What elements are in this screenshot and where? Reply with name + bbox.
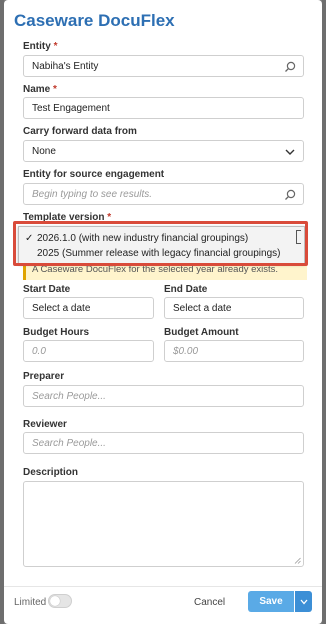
cancel-button[interactable]: Cancel: [194, 597, 225, 608]
name-value: Test Engagement: [32, 102, 110, 114]
resize-grip-icon[interactable]: [294, 557, 301, 564]
preparer-input[interactable]: Search People...: [23, 385, 304, 407]
template-version-dropdown[interactable]: ✓ 2026.1.0 (with new industry financial g…: [18, 226, 305, 264]
end-date-picker[interactable]: Select a date: [164, 297, 304, 319]
search-icon[interactable]: [284, 61, 296, 73]
new-engagement-dialog: Caseware DocuFlex Entity * Nabiha's Enti…: [4, 0, 322, 624]
limited-label: Limited: [14, 597, 47, 608]
budget-hours-input[interactable]: 0.0: [23, 340, 154, 362]
reviewer-input[interactable]: Search People...: [23, 432, 304, 454]
start-date-picker[interactable]: Select a date: [23, 297, 154, 319]
name-label: Name *: [23, 84, 57, 95]
duplicate-warning: A Caseware DocuFlex for the selected yea…: [23, 262, 307, 280]
entity-value: Nabiha's Entity: [32, 60, 99, 72]
chevron-down-icon: [300, 599, 307, 604]
source-engagement-placeholder: Begin typing to see results.: [32, 188, 153, 200]
budget-amount-input[interactable]: $0.00: [164, 340, 304, 362]
entity-label: Entity *: [23, 41, 58, 52]
entity-field[interactable]: Nabiha's Entity: [23, 55, 304, 77]
end-date-label: End Date: [164, 284, 208, 295]
carry-forward-value: None: [32, 145, 56, 157]
start-date-label: Start Date: [23, 284, 71, 295]
description-textarea[interactable]: [23, 481, 304, 567]
save-options-button[interactable]: [295, 591, 312, 612]
source-engagement-label: Entity for source engagement: [23, 169, 165, 180]
background-panel-right: [322, 0, 326, 624]
toggle-knob: [50, 596, 60, 606]
chevron-down-icon: [285, 149, 295, 155]
name-input[interactable]: Test Engagement: [23, 97, 304, 119]
dialog-title: Caseware DocuFlex: [14, 11, 175, 30]
budget-hours-label: Budget Hours: [23, 327, 90, 338]
template-option-2026[interactable]: ✓ 2026.1.0 (with new industry financial g…: [19, 231, 304, 246]
carry-forward-label: Carry forward data from: [23, 126, 137, 137]
search-icon[interactable]: [284, 189, 296, 201]
template-option-2025[interactable]: 2025 (Summer release with legacy financi…: [19, 246, 304, 261]
description-label: Description: [23, 467, 79, 478]
reviewer-label: Reviewer: [23, 419, 67, 430]
save-button[interactable]: Save: [248, 591, 294, 612]
source-engagement-input[interactable]: Begin typing to see results.: [23, 183, 304, 205]
budget-amount-label: Budget Amount: [164, 327, 239, 338]
dropdown-scrollbar[interactable]: [296, 230, 301, 244]
checkmark-icon: ✓: [25, 233, 34, 244]
limited-toggle[interactable]: [48, 594, 72, 608]
template-version-label: Template version *: [23, 212, 112, 223]
preparer-label: Preparer: [23, 371, 65, 382]
carry-forward-select[interactable]: None: [23, 140, 304, 162]
footer-divider: [4, 586, 322, 587]
